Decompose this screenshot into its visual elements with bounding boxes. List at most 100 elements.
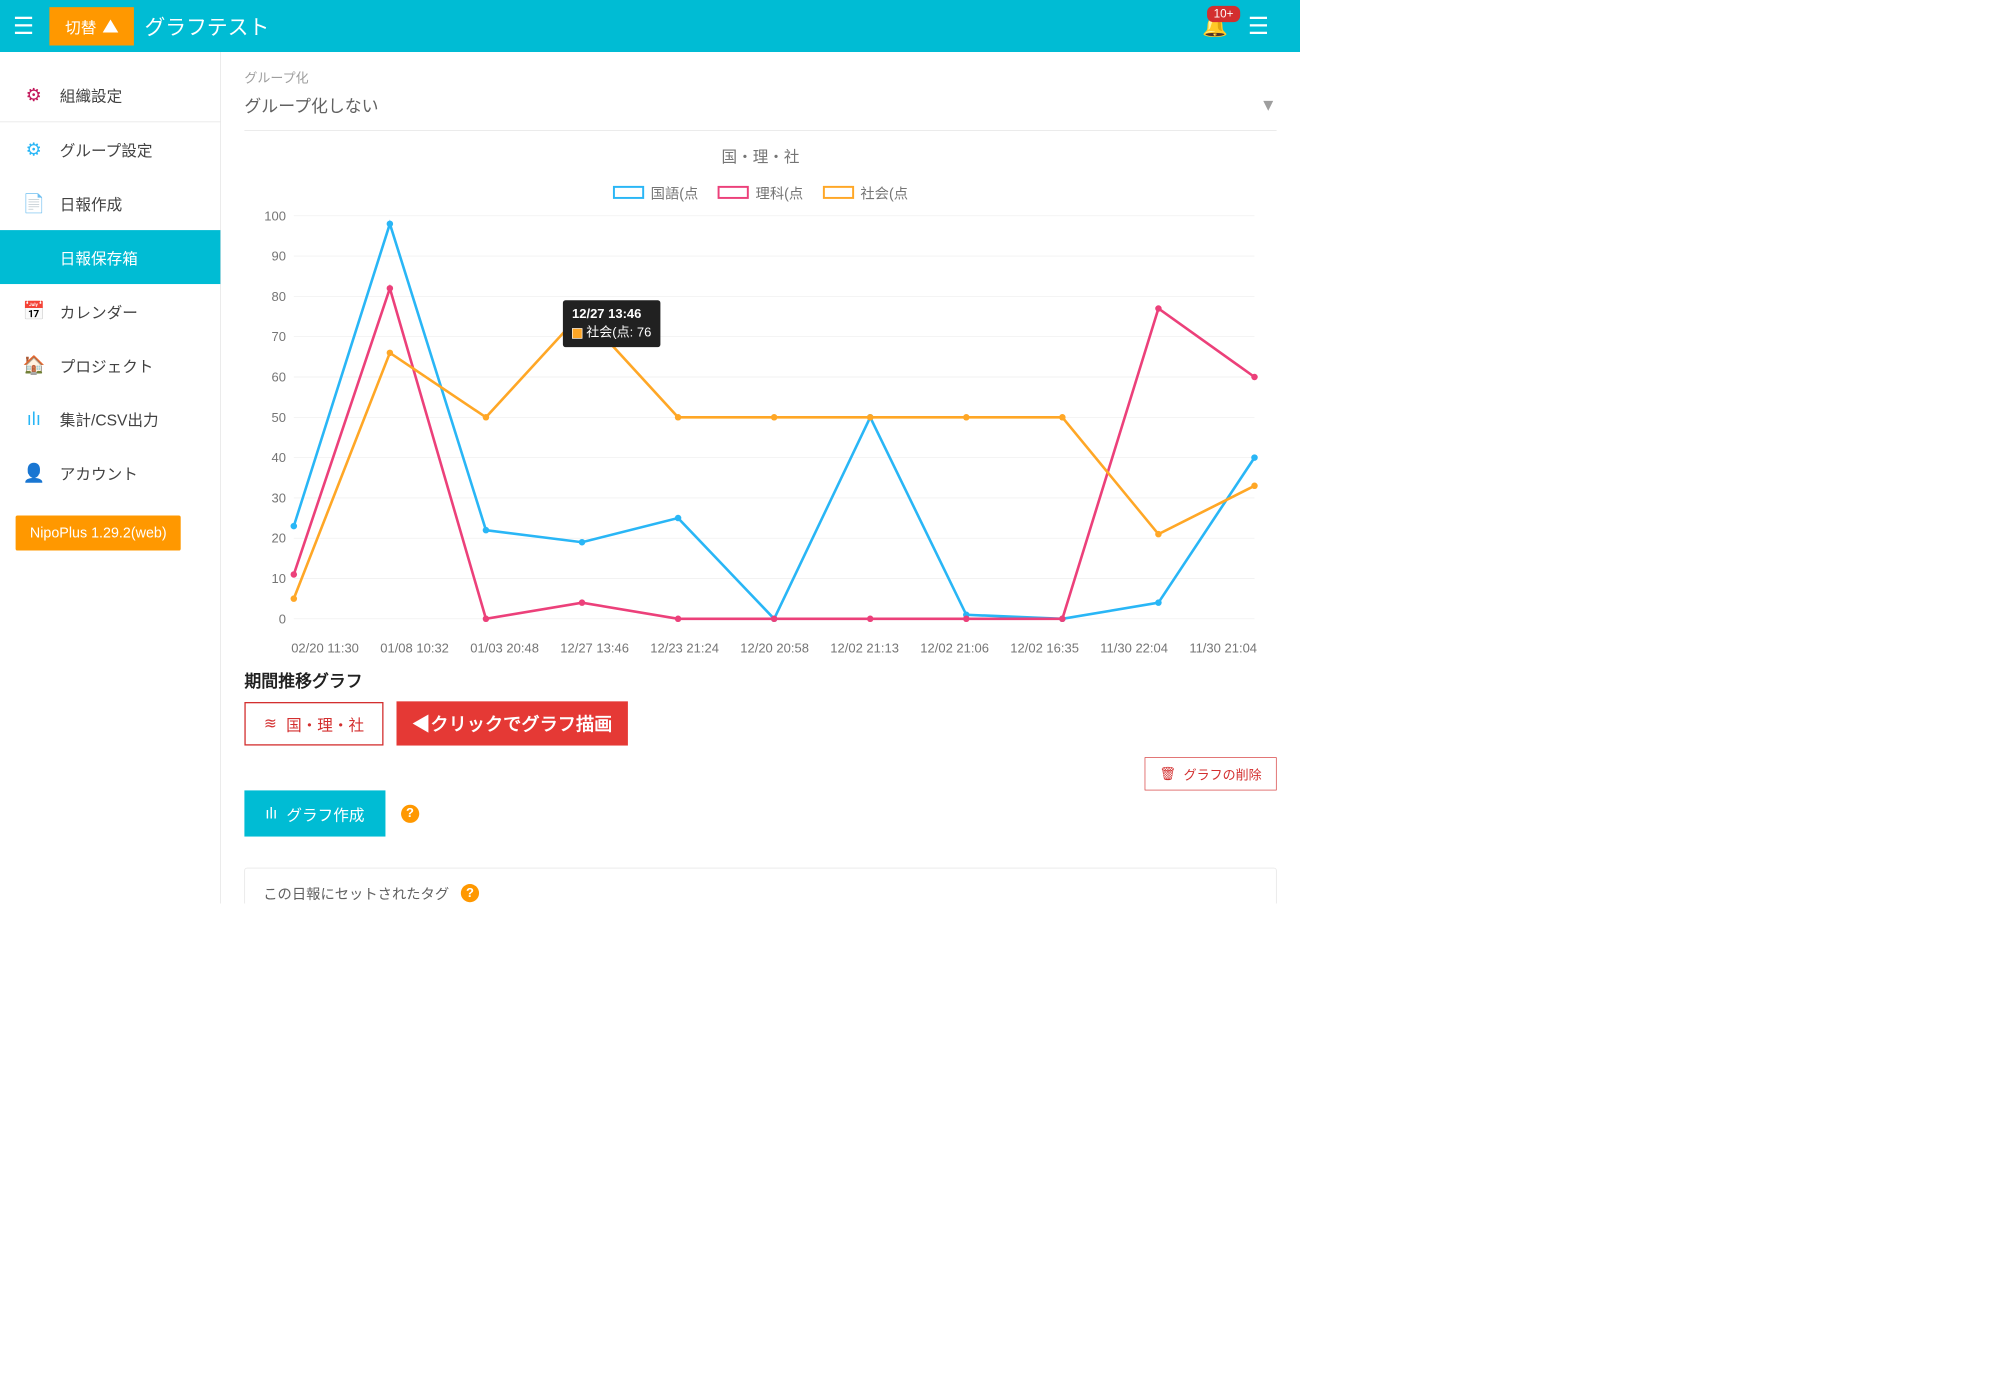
- sidebar-item-2[interactable]: 📄 日報作成: [0, 176, 220, 230]
- chart-title: 国・理・社: [244, 144, 1276, 167]
- header-right: 🔔 10+ ☰: [1202, 12, 1284, 39]
- create-label: グラフ作成: [286, 802, 364, 825]
- layout: ⚙ 組織設定 ⚙ グループ設定 📄 日報作成日報保存箱 📅 カレンダー 🏠 プロジェクト ılı 集計…: [0, 52, 1300, 903]
- x-tick-label: 12/02 16:35: [1010, 642, 1079, 657]
- svg-text:70: 70: [272, 329, 286, 344]
- triangle-icon: [103, 20, 119, 33]
- group-label: グループ化: [244, 68, 1276, 87]
- sidebar-item-label: 日報保存箱: [60, 246, 138, 269]
- svg-text:20: 20: [272, 531, 286, 546]
- svg-text:50: 50: [272, 410, 286, 425]
- legend-item[interactable]: 社会(点: [823, 182, 908, 203]
- gear-icon: ⚙: [23, 84, 44, 105]
- legend-label: 理科(点: [756, 182, 804, 203]
- delete-graph-button[interactable]: 🗑 グラフの削除: [1144, 757, 1276, 790]
- blank-icon: [23, 247, 44, 268]
- tooltip-time: 12/27 13:46: [572, 307, 651, 322]
- x-tick-label: 12/02 21:13: [830, 642, 899, 657]
- x-tick-label: 12/27 13:46: [560, 642, 629, 657]
- sidebar-item-label: 集計/CSV出力: [60, 408, 159, 431]
- sidebar-item-label: プロジェクト: [60, 354, 154, 377]
- sidebar-item-7[interactable]: 👤 アカウント: [0, 446, 220, 500]
- home-icon: 🏠: [23, 355, 44, 376]
- bars-icon: ılı: [265, 804, 277, 822]
- tag-section: この日報にセットされたタグ ? タグの編集 ⌄: [244, 868, 1276, 904]
- trash-icon: 🗑: [1159, 766, 1176, 782]
- sidebar-item-label: アカウント: [60, 461, 138, 484]
- legend-swatch-icon: [718, 186, 749, 199]
- version-badge[interactable]: NipoPlus 1.29.2(web): [16, 515, 181, 550]
- sidebar: ⚙ 組織設定 ⚙ グループ設定 📄 日報作成日報保存箱 📅 カレンダー 🏠 プロジェクト ılı 集計…: [0, 52, 221, 903]
- tag-header: この日報にセットされたタグ ?: [263, 883, 1258, 904]
- sidebar-item-label: グループ設定: [60, 138, 153, 161]
- chart-legend: 国語(点 理科(点 社会(点: [244, 182, 1276, 203]
- x-axis-labels: 02/20 11:30 01/08 10:32 01/03 20:48 12/27 1…: [244, 642, 1276, 657]
- sidebar-item-6[interactable]: ılı 集計/CSV出力: [0, 392, 220, 446]
- legend-swatch-icon: [613, 186, 644, 199]
- create-row: ılı グラフ作成 ?: [244, 790, 1276, 836]
- svg-text:30: 30: [272, 490, 286, 505]
- tooltip-swatch-icon: [572, 328, 582, 338]
- legend-item[interactable]: 理科(点: [718, 182, 803, 203]
- help-icon[interactable]: ?: [461, 884, 479, 902]
- app-header: ☰ 切替 グラフテスト 🔔 10+ ☰: [0, 0, 1300, 52]
- series-button[interactable]: ≋ 国・理・社: [244, 702, 383, 746]
- legend-label: 社会(点: [860, 182, 908, 203]
- section-title: 期間推移グラフ: [244, 668, 1276, 692]
- legend-item[interactable]: 国語(点: [613, 182, 698, 203]
- notification-badge: 10+: [1207, 6, 1240, 22]
- legend-swatch-icon: [823, 186, 854, 199]
- create-graph-button[interactable]: ılı グラフ作成: [244, 790, 385, 836]
- sidebar-item-0[interactable]: ⚙ 組織設定: [0, 68, 220, 122]
- menu-icon[interactable]: ☰: [13, 12, 34, 39]
- multiline-icon: ≋: [264, 714, 277, 733]
- graph-row: ≋ 国・理・社 ◀クリックでグラフ描画: [244, 701, 1276, 745]
- svg-text:40: 40: [272, 450, 286, 465]
- x-tick-label: 11/30 21:04: [1189, 642, 1257, 657]
- x-tick-label: 12/23 21:24: [650, 642, 719, 657]
- svg-text:90: 90: [272, 249, 286, 264]
- sidebar-item-label: カレンダー: [60, 300, 138, 323]
- svg-text:10: 10: [272, 571, 286, 586]
- x-tick-label: 12/20 20:58: [740, 642, 809, 657]
- calendar-icon: 📅: [23, 301, 44, 322]
- svg-text:0: 0: [279, 611, 286, 626]
- series-button-label: 国・理・社: [286, 712, 364, 735]
- box-icon: ⚙: [23, 139, 44, 160]
- chart-area: 0 10 20 30 40 50 60 70 80 90 100 12/27 13:46 社会(点:…: [244, 209, 1276, 658]
- main-content: グループ化 グループ化しない ▼ 国・理・社 国語(点 理科(点 社会(点 0 10 2…: [221, 52, 1300, 903]
- switch-label: 切替: [65, 15, 96, 38]
- sidebar-item-1[interactable]: ⚙ グループ設定: [0, 122, 220, 176]
- sidebar-item-3[interactable]: 日報保存箱: [0, 230, 220, 284]
- sidebar-item-4[interactable]: 📅 カレンダー: [0, 284, 220, 338]
- sidebar-item-label: 組織設定: [60, 83, 122, 106]
- x-tick-label: 01/08 10:32: [380, 642, 449, 657]
- svg-text:80: 80: [272, 289, 286, 304]
- delete-label: グラフの削除: [1184, 764, 1262, 783]
- bell-icon[interactable]: 🔔 10+: [1202, 14, 1228, 39]
- tooltip-label: 社会(点: 76: [586, 326, 651, 340]
- group-select[interactable]: グループ化しない ▼: [244, 86, 1276, 130]
- page-title: グラフテスト: [144, 11, 269, 41]
- chart-svg: 0 10 20 30 40 50 60 70 80 90 100: [244, 209, 1276, 638]
- chart-tooltip: 12/27 13:46 社会(点: 76: [563, 300, 661, 347]
- group-value: グループ化しない: [244, 93, 378, 117]
- x-tick-label: 12/02 21:06: [920, 642, 989, 657]
- bars-icon: ılı: [23, 409, 44, 430]
- x-tick-label: 02/20 11:30: [291, 642, 359, 657]
- file-plus-icon: 📄: [23, 193, 44, 214]
- x-tick-label: 11/30 22:04: [1100, 642, 1168, 657]
- switch-button[interactable]: 切替: [50, 7, 135, 45]
- sidebar-item-label: 日報作成: [60, 192, 122, 215]
- svg-text:100: 100: [264, 209, 286, 223]
- legend-label: 国語(点: [651, 182, 699, 203]
- sidebar-item-5[interactable]: 🏠 プロジェクト: [0, 338, 220, 392]
- help-icon[interactable]: ?: [401, 804, 419, 822]
- tag-header-label: この日報にセットされたタグ: [263, 883, 449, 904]
- svg-text:60: 60: [272, 370, 286, 385]
- user-icon: 👤: [23, 462, 44, 483]
- chevron-down-icon: ▼: [1260, 95, 1277, 115]
- right-menu-icon[interactable]: ☰: [1248, 12, 1269, 39]
- callout: ◀クリックでグラフ描画: [397, 701, 628, 745]
- x-tick-label: 01/03 20:48: [470, 642, 539, 657]
